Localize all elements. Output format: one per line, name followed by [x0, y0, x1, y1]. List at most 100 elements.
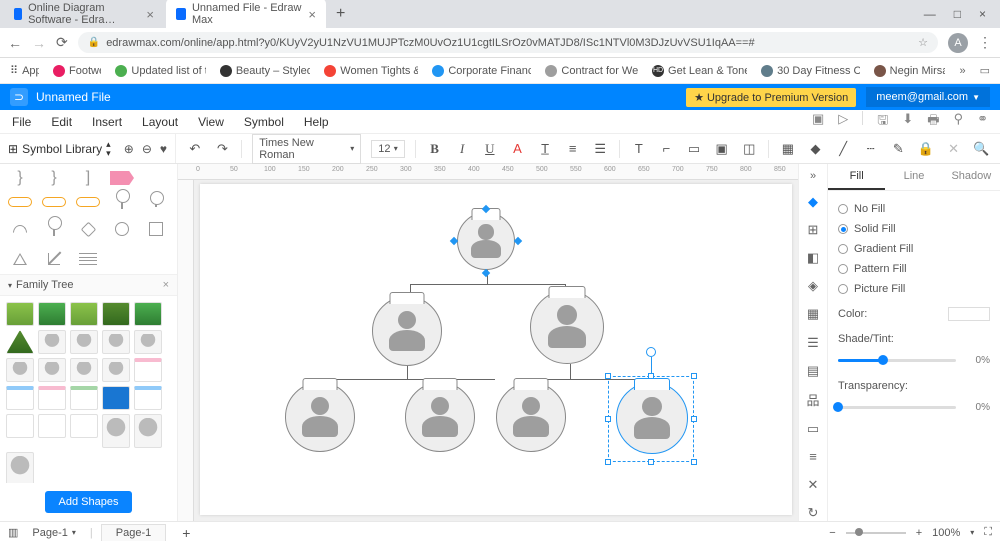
layers-icon[interactable]: ☰: [804, 334, 822, 350]
new-tab-button[interactable]: +: [328, 3, 353, 25]
shape-brace-left[interactable]: }: [17, 170, 22, 186]
anchor-handle[interactable]: [514, 237, 522, 245]
shape-tree[interactable]: [38, 302, 66, 326]
browser-tab-active[interactable]: Unnamed File - Edraw Max ×: [166, 0, 326, 30]
fill-option-picture[interactable]: Picture Fill: [838, 279, 990, 299]
menu-help[interactable]: Help: [304, 115, 329, 129]
canvas[interactable]: [194, 180, 798, 521]
line-spacing-icon[interactable]: ☰: [591, 141, 609, 157]
shape-square[interactable]: [144, 218, 168, 240]
presentation-icon[interactable]: ▣: [812, 111, 824, 133]
shape-tree[interactable]: [102, 302, 130, 326]
resize-handle[interactable]: [691, 416, 697, 422]
bookmark-item[interactable]: Beauty – Styledriv…: [220, 65, 310, 77]
shape-tree[interactable]: [134, 302, 162, 326]
image-icon[interactable]: ▣: [713, 141, 731, 157]
menu-view[interactable]: View: [198, 115, 224, 129]
font-family-select[interactable]: Times New Roman▾: [252, 134, 361, 164]
shape-bracket[interactable]: ]: [86, 170, 90, 186]
page-setup-icon[interactable]: ▭: [804, 421, 822, 437]
shape-person-card[interactable]: [134, 330, 162, 354]
resize-handle[interactable]: [691, 373, 697, 379]
history-icon[interactable]: ↻: [804, 505, 822, 521]
shape-pill-orange[interactable]: [76, 194, 100, 210]
bookmark-item[interactable]: 30 Day Fitness Chal…: [761, 65, 860, 77]
close-window-icon[interactable]: ×: [979, 7, 986, 21]
shape-tree[interactable]: [70, 302, 98, 326]
shape-pill-orange[interactable]: [8, 194, 32, 210]
italic-icon[interactable]: I: [453, 141, 471, 157]
fill-bucket-icon[interactable]: ◆: [807, 141, 825, 157]
org-node[interactable]: [457, 212, 515, 270]
component-icon[interactable]: ◧: [804, 250, 822, 266]
shape-brace-right[interactable]: }: [51, 170, 56, 186]
lock-tool-icon[interactable]: 🔒: [917, 141, 935, 157]
shape-pin[interactable]: [144, 194, 168, 210]
favorite-icon[interactable]: ♥: [160, 142, 167, 156]
shape-card-blue[interactable]: [6, 386, 34, 410]
tab-shadow[interactable]: Shadow: [943, 164, 1000, 190]
minimize-icon[interactable]: —: [924, 7, 936, 21]
underline-icon[interactable]: U: [481, 141, 499, 157]
database-icon[interactable]: ◈: [804, 278, 822, 294]
close-icon[interactable]: ×: [308, 7, 316, 22]
shape-person-card[interactable]: [6, 358, 34, 382]
bookmark-item[interactable]: Contract for Weddi…: [545, 65, 638, 77]
tools-icon[interactable]: ✕: [945, 141, 963, 157]
resize-handle[interactable]: [605, 416, 611, 422]
download-icon[interactable]: ⬇: [902, 111, 913, 133]
shape-person-card[interactable]: [70, 330, 98, 354]
shape-triangle[interactable]: [8, 248, 32, 270]
crop-icon[interactable]: ◫: [740, 141, 758, 157]
upgrade-premium-button[interactable]: ★ Upgrade to Premium Version: [686, 88, 856, 107]
org-node-selected[interactable]: [616, 382, 688, 454]
resize-handle[interactable]: [605, 459, 611, 465]
anchor-handle[interactable]: [482, 269, 490, 277]
shape-semicircle[interactable]: [8, 218, 32, 240]
play-icon[interactable]: ▷: [838, 111, 848, 133]
expand-panel-icon[interactable]: »: [810, 170, 816, 182]
shape-pine-tree[interactable]: [6, 330, 34, 354]
connector-icon[interactable]: ⌐: [658, 141, 676, 156]
collaborate-icon[interactable]: ⚭: [977, 111, 988, 133]
undo-icon[interactable]: ↶: [186, 141, 204, 157]
shape-right-triangle[interactable]: [42, 248, 66, 270]
edit-icon[interactable]: ✎: [890, 141, 908, 157]
shape-tree[interactable]: [6, 302, 34, 326]
back-icon[interactable]: ←: [8, 35, 22, 51]
shape-card[interactable]: [102, 414, 130, 448]
shape-person-card[interactable]: [38, 330, 66, 354]
apps-button[interactable]: ⠿Apps: [10, 64, 39, 77]
fill-option-pattern[interactable]: Pattern Fill: [838, 259, 990, 279]
menu-file[interactable]: File: [12, 115, 31, 129]
color-swatch[interactable]: [948, 307, 990, 321]
arrange-icon[interactable]: ▦: [779, 141, 797, 157]
fill-tool-icon[interactable]: ◆: [804, 194, 822, 210]
browser-menu-icon[interactable]: ⋮: [978, 34, 992, 51]
transparency-slider[interactable]: [838, 406, 956, 409]
shuffle-icon[interactable]: ✕: [804, 477, 822, 493]
menu-layout[interactable]: Layout: [142, 115, 178, 129]
fullscreen-icon[interactable]: ⛶: [984, 526, 992, 539]
pages-list-icon[interactable]: ▥: [8, 526, 18, 539]
line-style-icon[interactable]: ╱: [834, 141, 852, 157]
page-tab[interactable]: Page-1: [101, 524, 166, 541]
add-shapes-button[interactable]: Add Shapes: [45, 491, 133, 513]
org-node[interactable]: [530, 290, 604, 364]
url-input[interactable]: 🔒 edrawmax.com/online/app.html?y0/KUyV2y…: [78, 32, 938, 53]
bookmark-star-icon[interactable]: ☆: [918, 36, 928, 49]
shape-card[interactable]: [134, 414, 162, 448]
zoom-slider[interactable]: [846, 532, 906, 534]
shade-slider[interactable]: [838, 359, 956, 362]
section-header-family-tree[interactable]: ▾ Family Tree ×: [0, 274, 177, 296]
org-node[interactable]: [405, 382, 475, 452]
rotate-handle[interactable]: [646, 347, 656, 357]
fill-option-solid[interactable]: Solid Fill: [838, 219, 990, 239]
resize-handle[interactable]: [648, 459, 654, 465]
dash-icon[interactable]: ┄: [862, 141, 880, 157]
bookmark-item[interactable]: Women Tights & Tr…: [324, 65, 418, 77]
resize-handle[interactable]: [691, 459, 697, 465]
tab-line[interactable]: Line: [885, 164, 942, 190]
browser-tab[interactable]: Online Diagram Software - Edra… ×: [4, 0, 164, 30]
zoom-in-icon[interactable]: ⊕: [124, 142, 134, 156]
